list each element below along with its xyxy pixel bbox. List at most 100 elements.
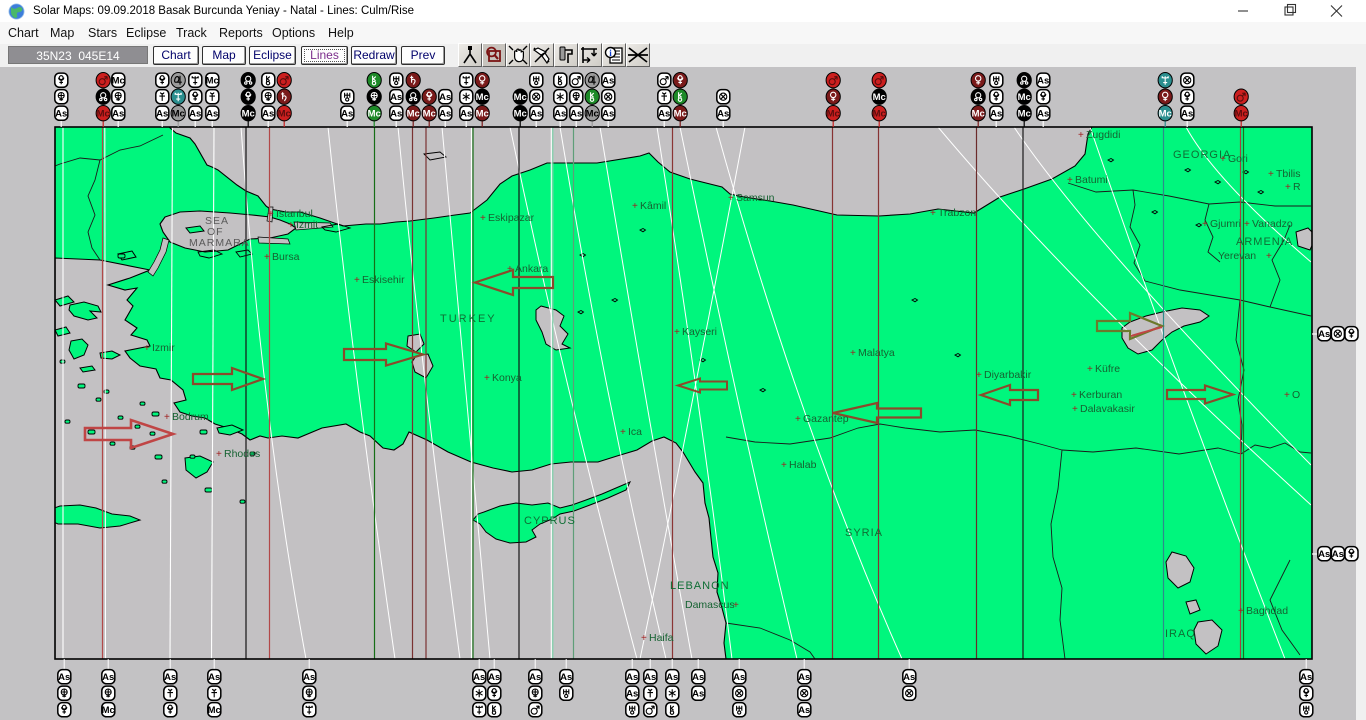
svg-text:Eskipazar: Eskipazar [488, 212, 535, 224]
svg-text:Kâmil: Kâmil [640, 200, 666, 212]
svg-text:Mc: Mc [1018, 109, 1031, 120]
svg-text:Yerevan: Yerevan [1218, 250, 1256, 262]
svg-text:As: As [798, 672, 810, 683]
svg-text:As: As [208, 672, 220, 683]
svg-text:As: As [206, 109, 218, 120]
svg-text:Mc: Mc [97, 109, 110, 120]
svg-text:+: + [1220, 154, 1226, 165]
svg-text:Eskisehir: Eskisehir [362, 274, 405, 286]
svg-text:As: As [1300, 672, 1312, 683]
svg-text:As: As [798, 705, 810, 716]
svg-text:Halab: Halab [789, 459, 817, 471]
svg-text:Mc: Mc [586, 109, 599, 120]
svg-text:Tbilis: Tbilis [1276, 168, 1301, 180]
svg-text:+: + [507, 264, 513, 275]
svg-text:+: + [1244, 219, 1250, 230]
svg-text:+: + [1266, 251, 1272, 262]
svg-text:Mc: Mc [206, 76, 219, 87]
svg-text:+: + [620, 427, 626, 438]
svg-text:Mc: Mc [972, 109, 985, 120]
svg-text:+: + [1078, 130, 1084, 141]
svg-text:As: As [692, 672, 704, 683]
svg-text:As: As [717, 109, 729, 120]
svg-text:+: + [1284, 390, 1290, 401]
svg-text:Mc: Mc [112, 76, 125, 87]
svg-text:+: + [354, 275, 360, 286]
svg-text:Zugdidi: Zugdidi [1086, 129, 1120, 141]
svg-text:+: + [976, 370, 982, 381]
svg-text:Mc: Mc [407, 109, 420, 120]
svg-text:As: As [602, 109, 614, 120]
svg-text:Kerburan: Kerburan [1079, 389, 1122, 401]
svg-text:As: As [439, 92, 451, 103]
svg-text:As: As [473, 672, 485, 683]
svg-text:Mc: Mc [827, 109, 840, 120]
svg-text:As: As [626, 672, 638, 683]
svg-text:+: + [781, 460, 787, 471]
svg-text:Mc: Mc [1235, 109, 1248, 120]
svg-text:Mc: Mc [674, 109, 687, 120]
svg-text:Konya: Konya [492, 372, 522, 384]
svg-text:+: + [144, 343, 150, 354]
svg-text:As: As [644, 672, 656, 683]
svg-text:+: + [795, 414, 801, 425]
svg-text:As: As [303, 672, 315, 683]
svg-text:+: + [164, 412, 170, 423]
svg-text:+: + [216, 449, 222, 460]
svg-text:Ica: Ica [628, 426, 642, 438]
svg-text:SYRIA: SYRIA [845, 527, 883, 539]
svg-text:As: As [488, 672, 500, 683]
svg-text:As: As [626, 689, 638, 700]
svg-text:Batumi: Batumi [1075, 174, 1108, 186]
svg-text:As: As [530, 109, 542, 120]
svg-text:+: + [674, 327, 680, 338]
svg-text:As: As [164, 672, 176, 683]
svg-text:Mc: Mc [514, 92, 527, 103]
svg-text:O: O [1292, 389, 1300, 401]
svg-text:As: As [554, 109, 566, 120]
svg-text:Kayseri: Kayseri [682, 326, 717, 338]
svg-text:As: As [1332, 549, 1344, 560]
svg-text:+: + [268, 209, 274, 220]
svg-text:As: As [1318, 549, 1330, 560]
svg-text:As: As [1037, 109, 1049, 120]
svg-text:+: + [1071, 390, 1077, 401]
svg-text:+: + [1067, 175, 1073, 186]
svg-text:As: As [1037, 76, 1049, 87]
svg-text:Bodrum: Bodrum [172, 411, 209, 423]
svg-text:ARMENIA: ARMENIA [1236, 236, 1293, 248]
svg-text:As: As [189, 109, 201, 120]
svg-text:Dalavakasir: Dalavakasir [1080, 403, 1135, 415]
svg-text:Izmit: Izmit [296, 219, 318, 231]
svg-text:Izmir: Izmir [152, 342, 175, 354]
svg-text:Damascus: Damascus [685, 599, 735, 611]
svg-text:As: As [156, 109, 168, 120]
svg-text:Mc: Mc [368, 109, 381, 120]
svg-text:As: As [390, 109, 402, 120]
svg-text:As: As [560, 672, 572, 683]
svg-text:Malatya: Malatya [858, 347, 895, 359]
svg-text:As: As [390, 92, 402, 103]
svg-text:Diyarbakir: Diyarbakir [984, 369, 1032, 381]
svg-text:+: + [733, 600, 739, 611]
svg-text:Mc: Mc [208, 705, 221, 716]
svg-text:+: + [930, 208, 936, 219]
svg-text:Gazantep: Gazantep [803, 413, 849, 425]
svg-text:+: + [264, 252, 270, 263]
svg-text:TURKEY: TURKEY [440, 313, 497, 325]
svg-text:Gori: Gori [1228, 153, 1248, 165]
svg-text:+: + [484, 373, 490, 384]
svg-text:+: + [1268, 169, 1274, 180]
svg-text:+: + [632, 201, 638, 212]
svg-text:As: As [990, 109, 1002, 120]
svg-text:R: R [1293, 181, 1301, 193]
svg-text:Baghdad: Baghdad [1246, 605, 1288, 617]
svg-text:CYPRUS: CYPRUS [524, 515, 576, 527]
svg-text:LEBANON: LEBANON [670, 580, 730, 592]
svg-text:IRAQ: IRAQ [1165, 628, 1196, 640]
svg-text:Trabzon: Trabzon [938, 207, 976, 219]
svg-text:As: As [102, 672, 114, 683]
svg-text:Gjumri: Gjumri [1210, 218, 1241, 230]
svg-text:As: As [666, 672, 678, 683]
svg-text:Mc: Mc [514, 109, 527, 120]
